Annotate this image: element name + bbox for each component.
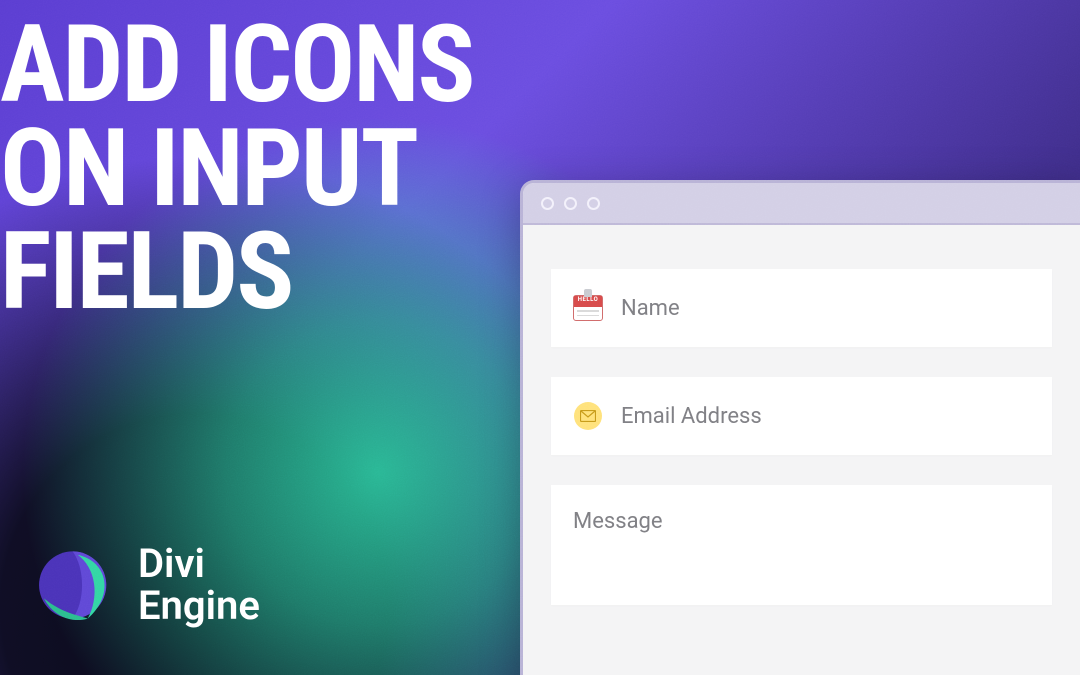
message-field[interactable]: Message <box>551 485 1052 605</box>
browser-mockup: HELLO Name <box>520 180 1080 675</box>
headline-line-2: ON INPUT <box>0 118 474 222</box>
headline: ADD ICONS ON INPUT FIELDS <box>0 14 474 325</box>
window-dot-minimize-icon <box>564 197 577 210</box>
email-field[interactable]: Email Address <box>551 377 1052 455</box>
contact-form: HELLO Name <box>523 225 1080 605</box>
brand-name-line-1: Divi <box>138 543 260 585</box>
brand-name: Divi Engine <box>138 543 260 627</box>
name-badge-icon: HELLO <box>573 293 603 323</box>
brand-block: Divi Engine <box>34 543 260 627</box>
window-dot-close-icon <box>541 197 554 210</box>
brand-logo-icon <box>34 543 118 627</box>
promo-canvas: ADD ICONS ON INPUT FIELDS Divi Engine <box>0 0 1080 675</box>
headline-line-3: FIELDS <box>0 221 474 325</box>
name-field-label: Name <box>621 296 680 321</box>
window-dot-zoom-icon <box>587 197 600 210</box>
name-field[interactable]: HELLO Name <box>551 269 1052 347</box>
headline-line-1: ADD ICONS <box>0 14 474 118</box>
envelope-icon <box>573 401 603 431</box>
browser-titlebar <box>523 183 1080 225</box>
message-field-label: Message <box>573 509 663 534</box>
email-field-label: Email Address <box>621 404 762 429</box>
brand-name-line-2: Engine <box>138 585 260 627</box>
